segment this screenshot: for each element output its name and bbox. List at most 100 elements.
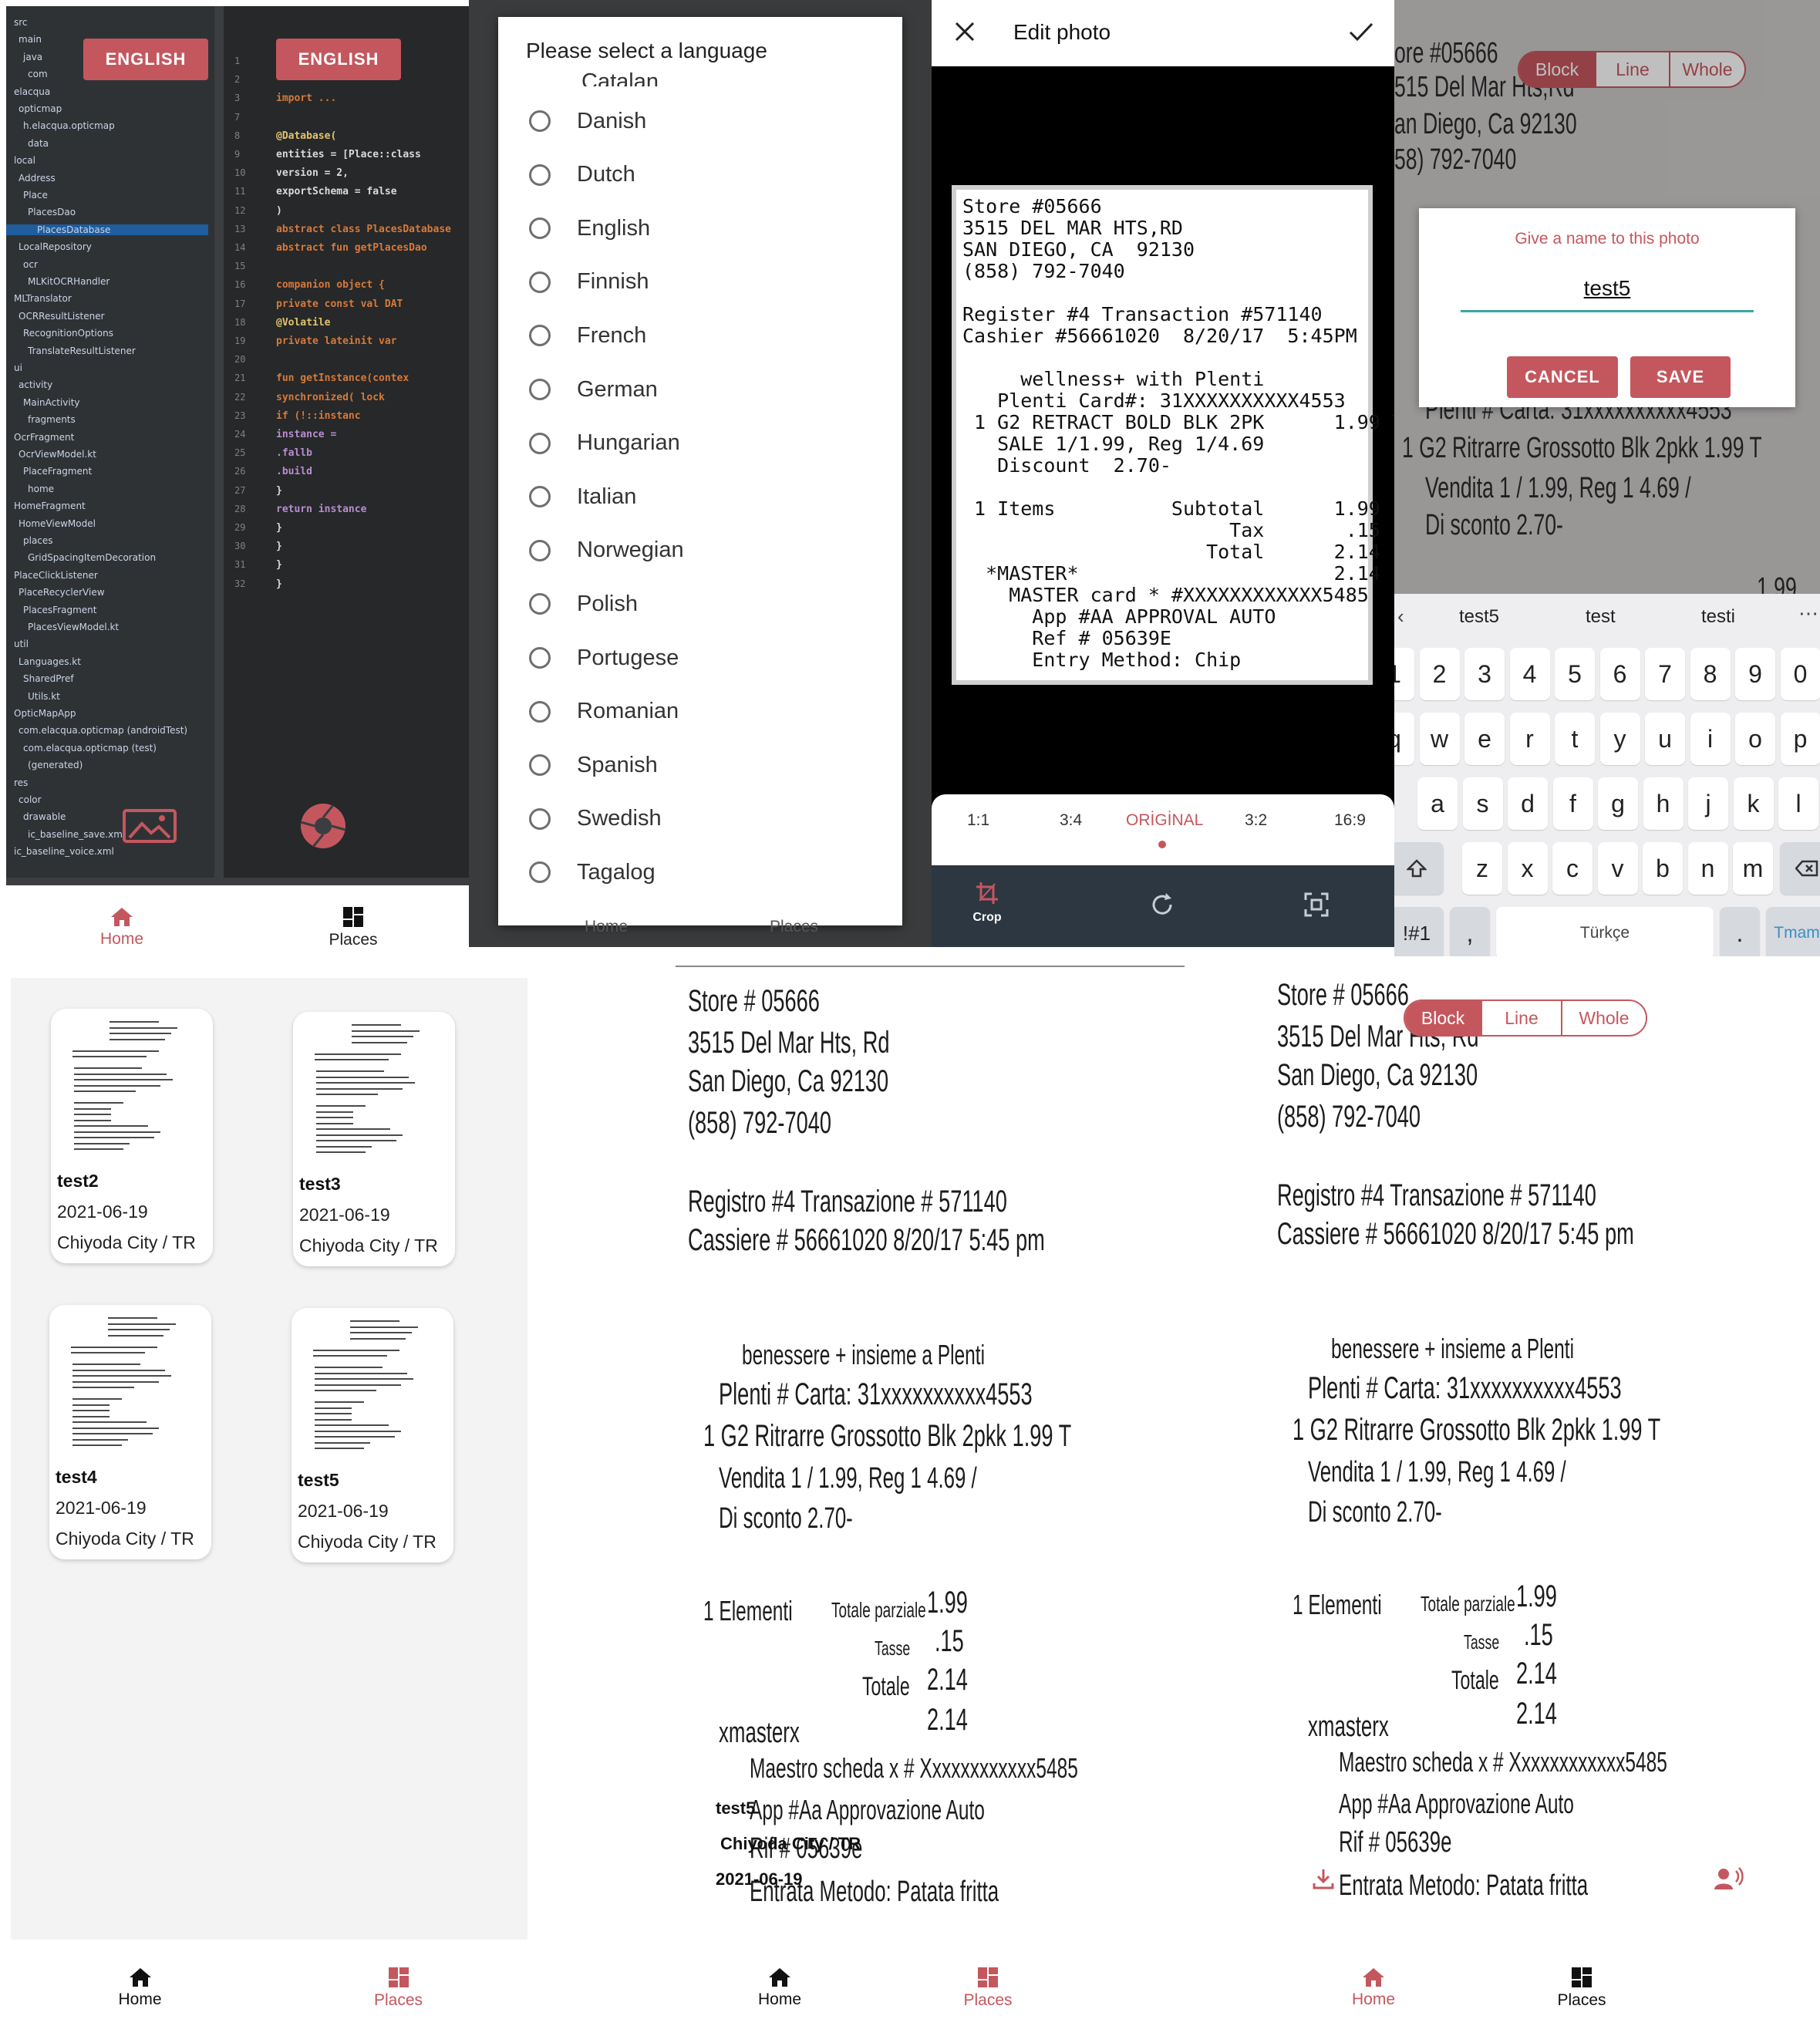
tree-item[interactable]: places bbox=[14, 535, 53, 546]
radio-button[interactable] bbox=[529, 861, 551, 884]
target-language-button[interactable]: ENGLISH bbox=[276, 39, 401, 80]
photo-name-input[interactable]: test5 bbox=[1461, 276, 1754, 301]
tree-item[interactable]: PlaceRecyclerView bbox=[14, 587, 105, 598]
shift-key[interactable] bbox=[1394, 842, 1444, 895]
key-n[interactable]: n bbox=[1687, 842, 1728, 895]
rotate-icon[interactable] bbox=[1149, 892, 1175, 922]
tree-item[interactable]: OpticMapApp bbox=[14, 708, 76, 719]
radio-button[interactable] bbox=[529, 325, 551, 347]
language-option[interactable]: Hungarian bbox=[498, 416, 902, 470]
key-8[interactable]: 8 bbox=[1690, 648, 1731, 700]
language-option[interactable]: Dutch bbox=[498, 148, 902, 202]
tree-item[interactable]: LocalRepository bbox=[14, 241, 92, 252]
comma-key[interactable]: , bbox=[1450, 907, 1490, 956]
place-card[interactable]: test5 2021-06-19 Chiyoda City / TR bbox=[292, 1308, 453, 1562]
tree-item[interactable]: home bbox=[14, 484, 54, 494]
ratio-3-4[interactable]: 3:4 bbox=[1060, 811, 1082, 830]
tree-item[interactable]: main bbox=[14, 34, 42, 45]
tree-item[interactable]: com.elacqua.opticmap (androidTest) bbox=[14, 725, 187, 736]
tree-item[interactable]: elacqua bbox=[14, 86, 50, 97]
key-3[interactable]: 3 bbox=[1464, 648, 1505, 700]
nav-places[interactable]: Places bbox=[269, 1940, 527, 2036]
tree-item[interactable]: res bbox=[14, 777, 28, 788]
key-u[interactable]: u bbox=[1645, 713, 1685, 765]
key-6[interactable]: 6 bbox=[1599, 648, 1640, 700]
place-card[interactable]: test4 2021-06-19 Chiyoda City / TR bbox=[49, 1305, 211, 1559]
radio-button[interactable] bbox=[529, 110, 551, 132]
nav-home[interactable]: Home bbox=[676, 1940, 884, 2036]
tree-item[interactable]: TranslateResultListener bbox=[14, 346, 136, 356]
key-d[interactable]: d bbox=[1508, 777, 1548, 830]
nav-home[interactable]: Home bbox=[1269, 1940, 1478, 2036]
key-s[interactable]: s bbox=[1462, 777, 1503, 830]
nav-places[interactable]: Places bbox=[238, 885, 469, 970]
tree-item[interactable]: Address bbox=[14, 173, 56, 184]
mode-whole-button[interactable]: Whole bbox=[1562, 1001, 1646, 1035]
key-x[interactable]: x bbox=[1507, 842, 1548, 895]
tree-item[interactable]: MainActivity bbox=[14, 397, 80, 408]
key-o[interactable]: o bbox=[1735, 713, 1775, 765]
crop-tool[interactable]: Crop bbox=[962, 881, 1012, 925]
mode-line-button[interactable]: Line bbox=[1482, 1001, 1562, 1035]
language-option[interactable]: Portugese bbox=[498, 631, 902, 685]
symbols-key[interactable]: !#1 bbox=[1394, 907, 1444, 956]
language-option[interactable]: Finnish bbox=[498, 255, 902, 309]
language-option[interactable]: Swedish bbox=[498, 792, 902, 846]
receipt-photo[interactable]: Store #05666 3515 DEL MAR HTS,RD SAN DIE… bbox=[952, 185, 1394, 685]
language-option[interactable]: Norwegian bbox=[498, 524, 902, 578]
key-j[interactable]: j bbox=[1688, 777, 1728, 830]
key-m[interactable]: m bbox=[1733, 842, 1773, 895]
nav-home[interactable]: Home bbox=[11, 1940, 269, 2036]
fit-screen-icon[interactable] bbox=[1303, 892, 1330, 922]
key-5[interactable]: 5 bbox=[1555, 648, 1595, 700]
tree-item[interactable]: PlacesFragment bbox=[14, 605, 96, 615]
key-f[interactable]: f bbox=[1552, 777, 1593, 830]
nav-places[interactable]: Places bbox=[1478, 1940, 1686, 2036]
tree-item[interactable]: ui bbox=[14, 362, 22, 373]
chevron-left-icon[interactable]: ‹ bbox=[1397, 605, 1404, 629]
key-z[interactable]: z bbox=[1462, 842, 1502, 895]
download-icon[interactable] bbox=[1311, 1866, 1336, 1895]
radio-button[interactable] bbox=[529, 271, 551, 293]
ratio-1-1[interactable]: 1:1 bbox=[967, 811, 989, 830]
backspace-key[interactable] bbox=[1780, 842, 1820, 895]
space-key[interactable]: Türkçe bbox=[1496, 907, 1714, 956]
gallery-icon[interactable] bbox=[122, 808, 177, 848]
tree-item[interactable]: data bbox=[14, 138, 49, 149]
radio-button[interactable] bbox=[529, 593, 551, 615]
enter-key[interactable]: Tmam bbox=[1766, 907, 1820, 956]
tree-item[interactable]: OCRResultListener bbox=[14, 311, 105, 322]
tree-item[interactable]: activity bbox=[14, 379, 52, 390]
key-2[interactable]: 2 bbox=[1419, 648, 1460, 700]
ratio-original[interactable]: ORİGİNAL bbox=[1126, 811, 1203, 830]
language-option[interactable]: Romanian bbox=[498, 685, 902, 739]
tree-item[interactable]: MLTranslator bbox=[14, 293, 72, 304]
language-option[interactable]: German bbox=[498, 362, 902, 416]
ratio-16-9[interactable]: 16:9 bbox=[1334, 811, 1366, 830]
key-c[interactable]: c bbox=[1552, 842, 1592, 895]
language-option[interactable]: Italian bbox=[498, 470, 902, 524]
key-0[interactable]: 0 bbox=[1780, 648, 1820, 700]
period-key[interactable]: . bbox=[1720, 907, 1760, 956]
radio-button[interactable] bbox=[529, 647, 551, 669]
tree-item[interactable]: Place bbox=[14, 190, 48, 201]
tree-item[interactable]: HomeViewModel bbox=[14, 518, 96, 529]
key-h[interactable]: h bbox=[1643, 777, 1684, 830]
key-v[interactable]: v bbox=[1597, 842, 1638, 895]
key-e[interactable]: e bbox=[1464, 713, 1505, 765]
language-option[interactable]: Polish bbox=[498, 577, 902, 631]
save-button[interactable]: SAVE bbox=[1630, 356, 1731, 398]
tree-item[interactable]: PlacesViewModel.kt bbox=[14, 622, 119, 632]
tree-item[interactable]: java bbox=[14, 52, 42, 62]
key-b[interactable]: b bbox=[1643, 842, 1683, 895]
radio-button[interactable] bbox=[529, 700, 551, 723]
tree-item[interactable]: com.elacqua.opticmap (test) bbox=[14, 743, 157, 753]
radio-button[interactable] bbox=[529, 539, 551, 561]
suggestion-3[interactable]: testi bbox=[1701, 606, 1735, 628]
source-language-button[interactable]: ENGLISH bbox=[83, 39, 208, 80]
tree-item[interactable]: opticmap bbox=[14, 103, 62, 114]
tree-item[interactable]: Utils.kt bbox=[14, 691, 60, 702]
radio-button[interactable] bbox=[529, 217, 551, 240]
key-a[interactable]: a bbox=[1417, 777, 1458, 830]
tree-item[interactable]: ic_baseline_voice.xml bbox=[14, 846, 114, 857]
